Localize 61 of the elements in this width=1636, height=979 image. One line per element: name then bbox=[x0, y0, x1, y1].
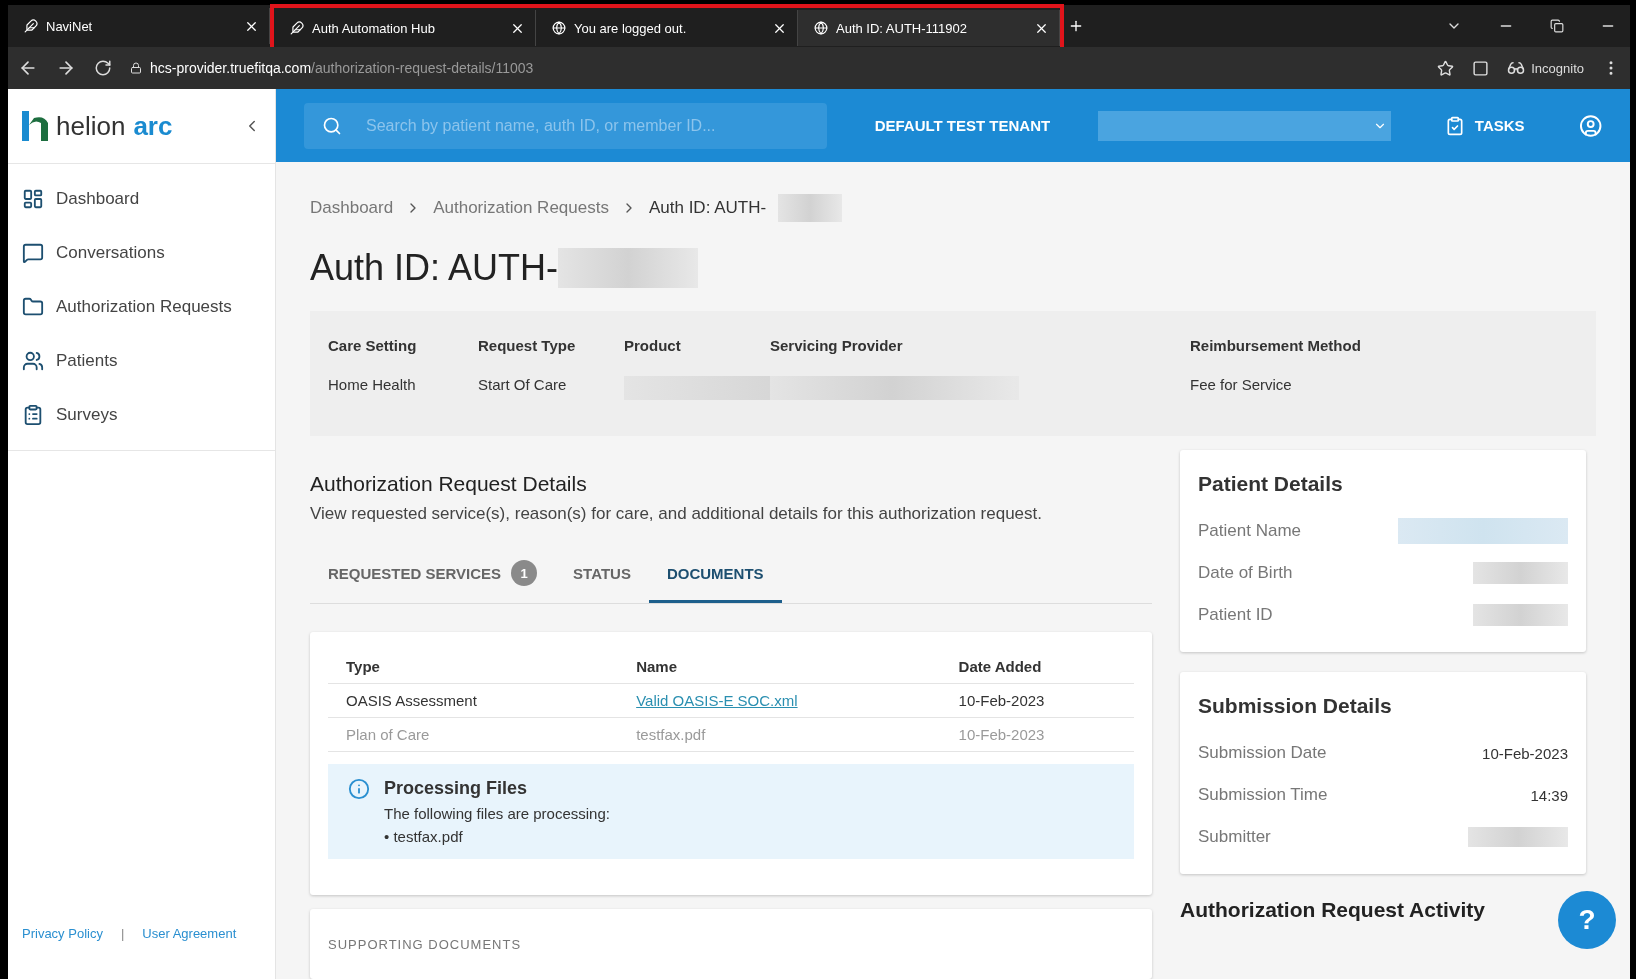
breadcrumb-link[interactable]: Authorization Requests bbox=[433, 197, 609, 218]
field-label: Product bbox=[624, 336, 682, 354]
section-heading: Authorization Request Details bbox=[310, 472, 588, 496]
field-label: Patient Name bbox=[1198, 521, 1301, 541]
notice-title: Processing Files bbox=[384, 778, 529, 799]
file-name: • testfax.pdf bbox=[384, 828, 464, 845]
tasks-button[interactable]: TASKS bbox=[1438, 114, 1531, 137]
nav-item[interactable]: Conversations bbox=[8, 226, 275, 280]
field-label: Request Type bbox=[478, 336, 577, 354]
tenant-name: DEFAULT TEST TENANT bbox=[874, 117, 1051, 134]
column-header: Type bbox=[328, 650, 619, 684]
field-label: Reimbursement Method bbox=[1190, 336, 1362, 354]
nav-item[interactable]: Authorization Requests bbox=[8, 280, 275, 334]
card-heading: Submission Details bbox=[1198, 694, 1393, 718]
field-label: Patient ID bbox=[1198, 605, 1273, 625]
section-tab[interactable]: REQUESTED SERVICES 1 bbox=[310, 546, 556, 603]
column-header: Name bbox=[618, 650, 941, 684]
profile-button[interactable]: Incognito bbox=[1507, 59, 1584, 77]
logo-text: arc bbox=[133, 110, 173, 142]
column-header: Date Added bbox=[940, 650, 1134, 684]
table-cell: 10-Feb-2023 bbox=[940, 683, 1134, 718]
field-label: Submission Time bbox=[1198, 785, 1328, 805]
nav-item[interactable]: Dashboard bbox=[8, 172, 275, 226]
field-label: Submission Date bbox=[1198, 743, 1327, 763]
section-tab[interactable]: DOCUMENTS bbox=[648, 546, 782, 603]
address-field[interactable]: hcs-provider.truefitqa.com/authorization-request-details/11003 bbox=[130, 60, 1420, 76]
browser-tab[interactable]: NaviNet bbox=[8, 8, 270, 44]
logo-text: helion bbox=[56, 110, 126, 142]
browser-tab[interactable]: Auth Automation Hub bbox=[274, 10, 536, 46]
card-heading: Patient Details bbox=[1198, 472, 1344, 496]
field-value: 14:39 bbox=[1530, 786, 1568, 804]
field-value: Home Health bbox=[328, 375, 417, 393]
browser-tab[interactable]: Auth ID: AUTH-111902 bbox=[798, 10, 1060, 46]
section-label: SUPPORTING DOCUMENTS bbox=[328, 937, 522, 952]
nav-item[interactable]: Surveys bbox=[8, 388, 275, 442]
field-value: Start Of Care bbox=[478, 375, 568, 393]
table-cell: Plan of Care bbox=[328, 717, 619, 752]
breadcrumb-link[interactable]: Auth ID: AUTH- bbox=[648, 197, 767, 218]
document-link[interactable]: Valid OASIS-E SOC.xml bbox=[636, 692, 798, 709]
field-value: 10-Feb-2023 bbox=[1482, 744, 1568, 762]
section-description: View requested service(s), reason(s) for care, and additional details for this authorization request. bbox=[310, 504, 1043, 524]
page-title: Auth ID: AUTH- bbox=[310, 247, 559, 290]
help-button[interactable]: ? bbox=[1558, 891, 1616, 949]
field-value: Fee for Service bbox=[1190, 375, 1293, 393]
search-bar[interactable]: Search by patient name, auth ID, or member ID... bbox=[304, 102, 827, 149]
nav-item[interactable]: Patients bbox=[8, 334, 275, 388]
notice-text: The following files are processing: bbox=[384, 805, 610, 822]
field-label: Date of Birth bbox=[1198, 563, 1293, 583]
section-heading: Authorization Request Activity bbox=[1180, 898, 1485, 922]
table-cell: OASIS Assessment bbox=[328, 683, 619, 718]
section-tab[interactable]: STATUS bbox=[555, 546, 649, 603]
search-field[interactable]: Search by patient name, auth ID, or member ID... bbox=[364, 115, 809, 136]
breadcrumb-link[interactable]: Dashboard bbox=[310, 197, 394, 218]
field-label: Care Setting bbox=[328, 336, 418, 354]
field-label: Servicing Provider bbox=[770, 336, 904, 354]
field-label: Submitter bbox=[1198, 827, 1271, 847]
count-badge: 1 bbox=[511, 560, 538, 586]
footer-link[interactable]: Privacy Policy bbox=[22, 926, 103, 941]
table-cell: 10-Feb-2023 bbox=[940, 717, 1134, 752]
footer-link[interactable]: User Agreement bbox=[142, 926, 237, 941]
separator-text: | bbox=[120, 926, 125, 941]
